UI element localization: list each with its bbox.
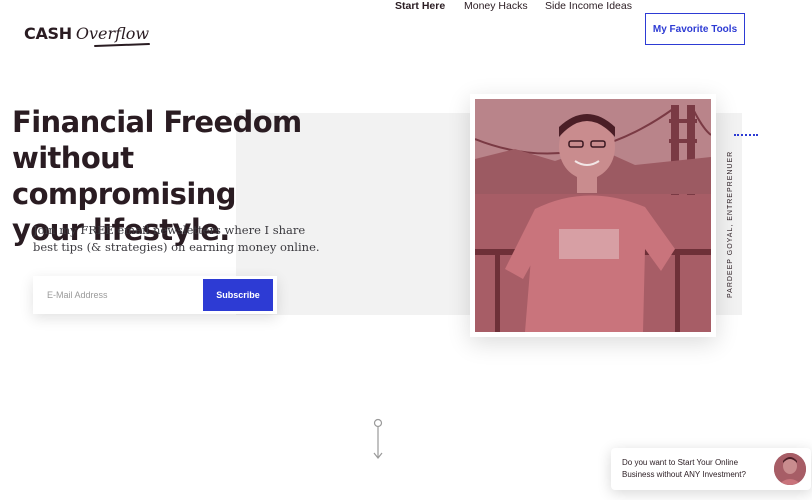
subscribe-button[interactable]: Subscribe (203, 279, 273, 311)
author-caption: PARDEEP GOYAL, ENTREPRENUER (727, 151, 741, 298)
author-photo-card (470, 94, 716, 337)
my-favorite-tools-button[interactable]: My Favorite Tools (645, 13, 745, 45)
chat-message: Do you want to Start Your Online Busines… (622, 458, 746, 479)
headline-line-1: Financial Freedom (12, 105, 302, 139)
nav-link-start-here[interactable]: Start Here (395, 0, 445, 12)
nav-link-side-income-ideas[interactable]: Side Income Ideas (545, 0, 632, 12)
nav-link-money-hacks[interactable]: Money Hacks (464, 0, 528, 12)
author-photo (475, 99, 711, 332)
author-caption-text: PARDEEP GOYAL, ENTREPRENUER (727, 150, 734, 298)
headline-line-2: without compromising (12, 141, 236, 211)
email-address-input[interactable] (33, 276, 203, 314)
side-accent-dots (734, 134, 758, 137)
scroll-down-icon[interactable] (371, 418, 385, 462)
site-logo[interactable]: CASH Overflow (24, 24, 151, 47)
newsletter-intro: Join my FREE email newsletters where I s… (33, 223, 320, 254)
logo-cash-text: CASH (24, 24, 72, 43)
logo-underline-swash (93, 43, 151, 47)
chat-avatar[interactable] (772, 451, 808, 487)
logo-overflow-text: Overflow (75, 24, 150, 43)
newsletter-signup-form: Subscribe (33, 276, 277, 314)
